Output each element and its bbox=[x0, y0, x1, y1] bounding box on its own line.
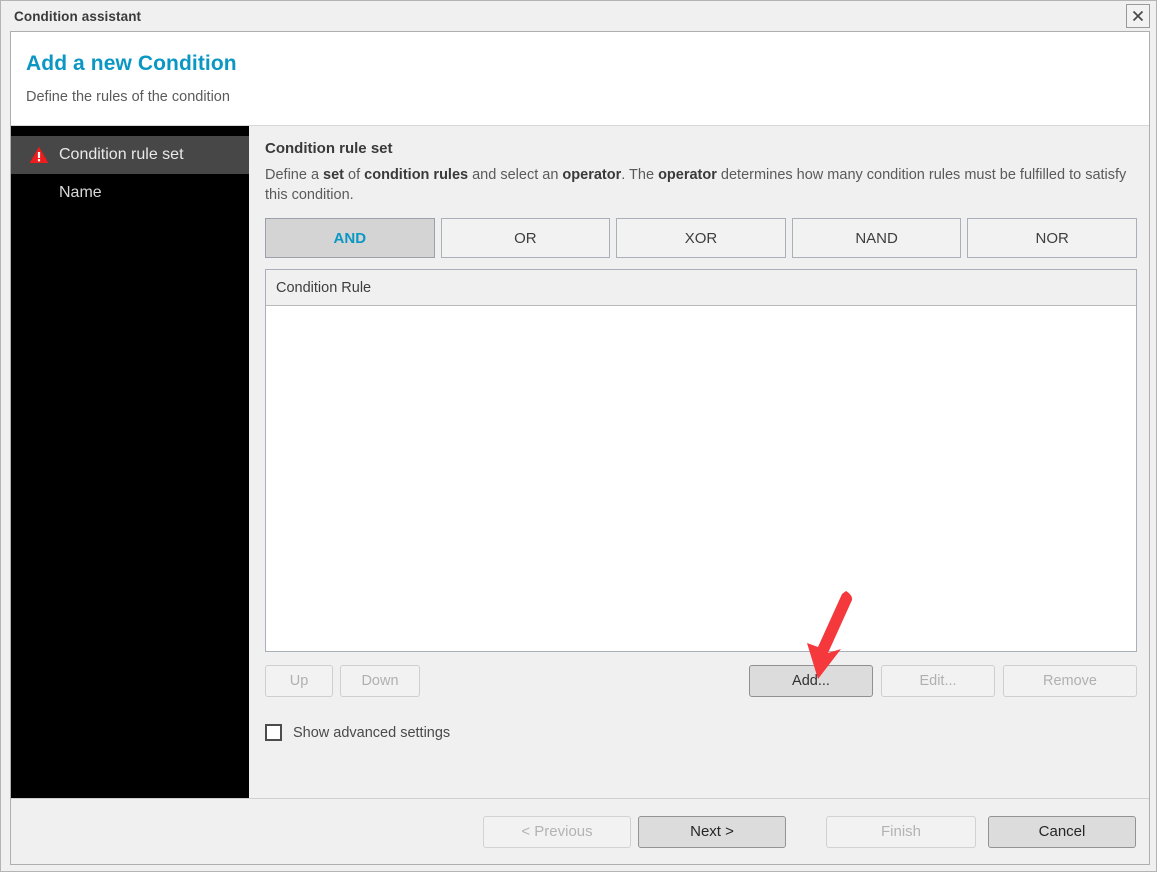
show-advanced-settings-checkbox[interactable] bbox=[265, 724, 282, 742]
window-titlebar: Condition assistant bbox=[1, 1, 1156, 31]
list-action-bar: Up Down Add... Edit... Remove bbox=[265, 665, 1137, 698]
move-up-button[interactable]: Up bbox=[265, 665, 333, 698]
wizard-dialog: Add a new Condition Define the rules of … bbox=[10, 31, 1150, 865]
desc-part: Define a bbox=[265, 167, 324, 183]
page-title: Add a new Condition bbox=[26, 52, 237, 75]
condition-rule-table: Condition Rule bbox=[265, 269, 1137, 653]
desc-bold: set bbox=[323, 167, 345, 183]
condition-assistant-window: Condition assistant Add a new Condition … bbox=[0, 0, 1157, 872]
section-description: Define a set of condition rules and sele… bbox=[265, 166, 1133, 205]
close-button[interactable] bbox=[1126, 4, 1150, 28]
show-advanced-settings-row[interactable]: Show advanced settings bbox=[265, 724, 495, 742]
window-title: Condition assistant bbox=[14, 8, 142, 24]
operator-button-group: AND OR XOR NAND NOR bbox=[265, 218, 1137, 259]
desc-bold: condition rules bbox=[364, 167, 469, 183]
wizard-steps-sidebar: Condition rule set Name bbox=[11, 126, 249, 798]
close-icon bbox=[1132, 10, 1144, 22]
next-button[interactable]: Next > bbox=[638, 815, 786, 848]
desc-part: of bbox=[344, 167, 365, 183]
section-title: Condition rule set bbox=[265, 140, 393, 157]
desc-bold: operator bbox=[658, 167, 717, 183]
column-header-condition-rule: Condition Rule bbox=[276, 279, 372, 296]
cancel-button[interactable]: Cancel bbox=[988, 815, 1136, 848]
table-header-row: Condition Rule bbox=[266, 270, 1136, 307]
sidebar-item-label: Condition rule set bbox=[59, 146, 184, 163]
table-body-empty[interactable] bbox=[266, 306, 1136, 652]
desc-bold: operator bbox=[562, 167, 622, 183]
dialog-mid: Condition rule set Name Condition rule s… bbox=[11, 126, 1149, 798]
add-rule-button[interactable]: Add... bbox=[749, 665, 873, 698]
show-advanced-settings-label: Show advanced settings bbox=[293, 724, 451, 741]
move-down-button[interactable]: Down bbox=[340, 665, 420, 698]
content-pane: Condition rule set Define a set of condi… bbox=[249, 126, 1149, 798]
edit-rule-button[interactable]: Edit... bbox=[881, 665, 995, 698]
previous-button[interactable]: < Previous bbox=[483, 815, 631, 848]
wizard-banner: Add a new Condition Define the rules of … bbox=[11, 32, 1149, 126]
remove-rule-button[interactable]: Remove bbox=[1003, 665, 1137, 698]
desc-part: and select an bbox=[468, 167, 563, 183]
operator-nand-button[interactable]: NAND bbox=[791, 218, 962, 259]
operator-xor-button[interactable]: XOR bbox=[616, 218, 786, 259]
desc-part: . The bbox=[621, 167, 659, 183]
wizard-footer: < Previous Next > Finish Cancel bbox=[11, 798, 1149, 864]
operator-and-button[interactable]: AND bbox=[265, 218, 435, 259]
page-subtitle: Define the rules of the condition bbox=[26, 89, 230, 105]
operator-nor-button[interactable]: NOR bbox=[967, 218, 1137, 259]
finish-button[interactable]: Finish bbox=[826, 815, 976, 848]
operator-or-button[interactable]: OR bbox=[440, 218, 611, 259]
sidebar-item-label: Name bbox=[59, 184, 102, 201]
sidebar-item-condition-rule-set[interactable]: Condition rule set bbox=[11, 136, 249, 174]
sidebar-item-name[interactable]: Name bbox=[11, 174, 249, 212]
warning-triangle-icon bbox=[29, 146, 49, 163]
